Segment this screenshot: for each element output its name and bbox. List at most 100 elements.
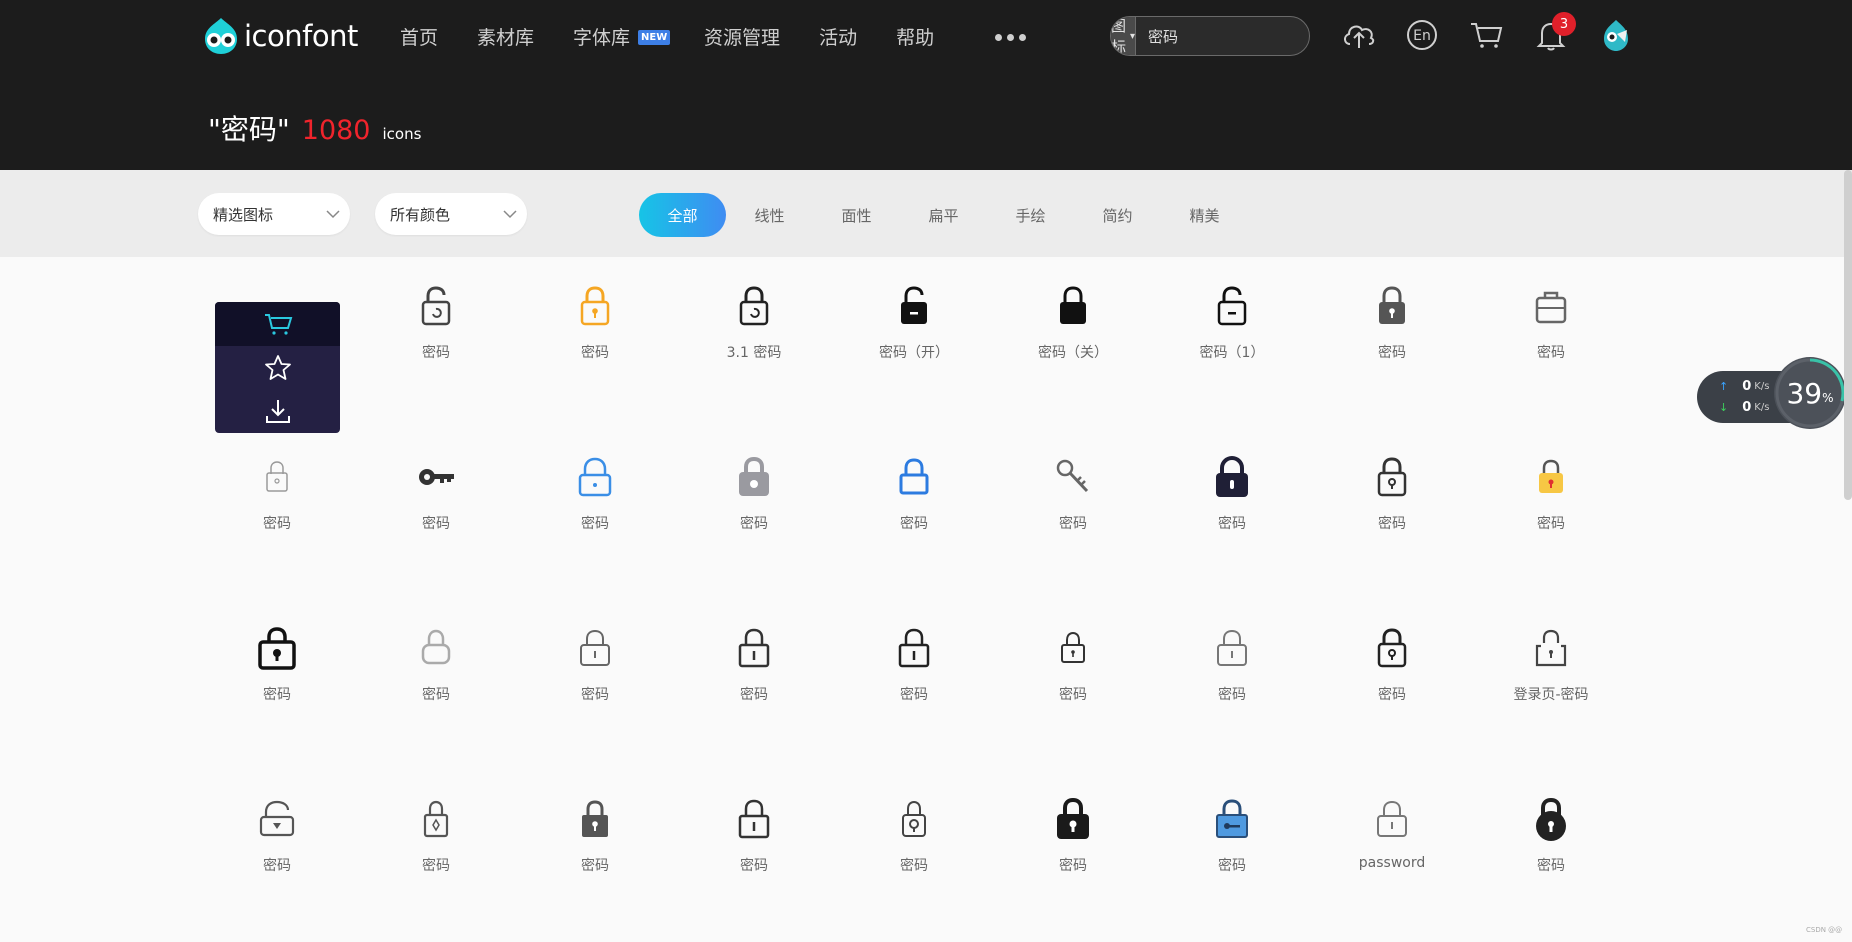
icon-card[interactable]: 密码 — [1481, 428, 1621, 568]
result-query: "密码" — [208, 113, 290, 146]
result-count: 1080 — [301, 115, 371, 146]
icon-card[interactable]: 密码（开） — [844, 257, 984, 397]
lock-bold-keyhole-icon — [254, 625, 300, 671]
icon-card[interactable]: 密码 — [207, 428, 347, 568]
icon-card[interactable]: 密码 — [525, 257, 665, 397]
icon-card-label: 密码 — [263, 687, 291, 703]
icon-card[interactable]: 密码 — [684, 428, 824, 568]
icon-card[interactable]: 密码 — [844, 599, 984, 739]
icon-card[interactable]: 登录页-密码 — [1481, 599, 1621, 739]
download-button[interactable] — [215, 389, 340, 432]
icon-card[interactable]: 密码 — [1162, 770, 1302, 910]
lock-blue-key-icon — [1209, 796, 1255, 842]
toolbox-lock-icon — [1528, 283, 1574, 329]
icon-card[interactable]: 密码 — [684, 770, 824, 910]
memory-percent-ring: 39% — [1774, 357, 1846, 429]
language-en-icon[interactable]: En — [1403, 16, 1441, 54]
icon-card[interactable]: 密码 — [844, 428, 984, 568]
lock-small-keyhole-icon — [1050, 625, 1096, 671]
icon-card[interactable]: 密码 — [1003, 770, 1143, 910]
icon-card[interactable]: 密码 — [525, 770, 665, 910]
icon-card[interactable]: password — [1322, 770, 1462, 910]
icon-card-label: 密码 — [1378, 687, 1406, 703]
lock-outline-dot-icon — [572, 454, 618, 500]
notification-bell-icon[interactable]: 3 — [1532, 12, 1576, 54]
tab-solid[interactable]: 面性 — [813, 193, 900, 237]
icon-card[interactable]: 密码 — [1481, 257, 1621, 397]
icon-card[interactable]: 密码 — [1322, 257, 1462, 397]
icon-card[interactable]: 密码 — [207, 770, 347, 910]
icon-card[interactable]: 密码 — [366, 770, 506, 910]
icon-card[interactable]: 密码 — [525, 428, 665, 568]
icon-card[interactable]: 密码 — [684, 599, 824, 739]
icon-type-dropdown[interactable]: 精选图标 — [198, 193, 350, 235]
filter-bar: 精选图标 所有颜色 全部 线性 面性 扁平 手绘 简约 精美 — [0, 170, 1852, 257]
icon-card-label: 密码 — [422, 687, 450, 703]
tab-all[interactable]: 全部 — [639, 193, 726, 237]
icon-card[interactable]: 密码 — [1162, 428, 1302, 568]
icon-card[interactable]: 密码 — [1003, 428, 1143, 568]
lock-solid-black-icon — [1050, 796, 1096, 842]
result-unit: icons — [382, 125, 422, 143]
icon-card-label: 密码 — [422, 516, 450, 532]
icon-card-label: 密码 — [900, 516, 928, 532]
icon-card[interactable]: 密码 — [366, 599, 506, 739]
lock-keyhole-outline-icon — [1369, 454, 1415, 500]
network-speed-widget[interactable]: ↑ 0 K/s ↓ 0 K/s 39% — [1697, 357, 1847, 429]
add-to-cart-button[interactable] — [215, 302, 340, 346]
icon-card-label: password — [1358, 855, 1426, 871]
nav-resources[interactable]: 资源管理 — [704, 23, 780, 50]
tab-linear[interactable]: 线性 — [726, 193, 813, 237]
search-type-select[interactable]: 图标 ▾ — [1111, 17, 1137, 55]
icon-card[interactable]: 密码 — [1322, 599, 1462, 739]
chevron-down-icon — [326, 210, 340, 219]
avatar[interactable] — [1597, 16, 1635, 54]
icon-card[interactable]: 密码 — [1481, 770, 1621, 910]
cart-icon — [264, 314, 292, 335]
nav-help[interactable]: 帮助 — [896, 23, 934, 50]
tab-handdrawn[interactable]: 手绘 — [987, 193, 1074, 237]
search-input[interactable] — [1136, 17, 1309, 55]
top-header: iconfont 首页 素材库 字体库 NEW 资源管理 活动 帮助 图标 ▾ — [0, 0, 1852, 170]
icon-card[interactable]: 密码 — [1322, 428, 1462, 568]
key-outline-icon — [1050, 454, 1096, 500]
download-speed-unit: K/s — [1754, 402, 1770, 413]
upload-speed: ↑ 0 K/s — [1719, 379, 1769, 394]
upload-icon[interactable] — [1340, 16, 1378, 54]
nav-home[interactable]: 首页 — [400, 23, 438, 50]
icon-card[interactable]: 密码（1） — [1162, 257, 1302, 397]
icon-card-label: 登录页-密码 — [1513, 687, 1589, 703]
icon-card[interactable]: 密码 — [366, 428, 506, 568]
icon-card[interactable]: 密码（关） — [1003, 257, 1143, 397]
icon-card[interactable]: 密码 — [207, 599, 347, 739]
icon-card[interactable]: 密码 — [1003, 599, 1143, 739]
lock-yellow-icon — [1528, 454, 1574, 500]
tab-fine[interactable]: 精美 — [1161, 193, 1248, 237]
icon-card[interactable]: 密码 — [366, 257, 506, 397]
nav-materials[interactable]: 素材库 — [477, 23, 534, 50]
more-menu-icon[interactable] — [995, 34, 1031, 41]
nav-events[interactable]: 活动 — [819, 23, 857, 50]
icon-card-label: 密码 — [740, 516, 768, 532]
icon-card[interactable]: 3.1 密码 — [684, 257, 824, 397]
icon-card[interactable]: 密码 — [1162, 599, 1302, 739]
icon-card-label: 密码 — [422, 858, 450, 874]
lock-line-icon — [1369, 796, 1415, 842]
upload-speed-value: 0 — [1742, 379, 1752, 394]
brand-logo[interactable]: iconfont — [200, 14, 358, 58]
tab-flat[interactable]: 扁平 — [900, 193, 987, 237]
download-icon — [265, 399, 290, 423]
icon-card[interactable]: 密码 — [844, 770, 984, 910]
icon-card[interactable]: 密码 — [525, 599, 665, 739]
cart-icon[interactable] — [1467, 16, 1505, 54]
lock-gray-solid-icon — [731, 454, 777, 500]
memory-percent-unit: % — [1822, 391, 1834, 405]
lock-line-dark-icon — [731, 625, 777, 671]
icon-card-label: 密码 — [1218, 858, 1246, 874]
lock-open-solid-icon — [891, 283, 937, 329]
tab-simple[interactable]: 简约 — [1074, 193, 1161, 237]
collect-button[interactable] — [215, 346, 340, 389]
nav-fonts[interactable]: 字体库 NEW — [573, 23, 671, 50]
color-dropdown[interactable]: 所有颜色 — [375, 193, 527, 235]
page-scrollbar[interactable] — [1844, 170, 1852, 500]
